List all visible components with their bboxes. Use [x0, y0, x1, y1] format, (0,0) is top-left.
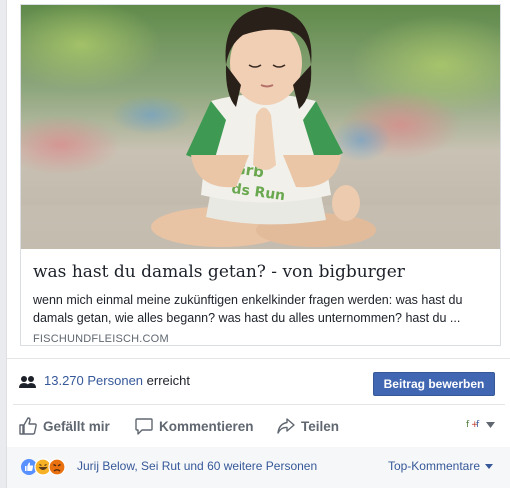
like-button[interactable]: Gefällt mir — [19, 405, 110, 447]
comment-label: Kommentieren — [159, 418, 254, 434]
comment-sort-dropdown[interactable]: Top-Kommentare — [388, 459, 493, 473]
svg-text:f: f — [466, 420, 470, 429]
chevron-down-icon — [486, 419, 495, 431]
like-label: Gefällt mir — [43, 418, 110, 434]
link-title[interactable]: was hast du damals getan? - von bigburge… — [33, 261, 489, 283]
link-preview-text[interactable]: was hast du damals getan? - von bigburge… — [33, 261, 489, 345]
reaction-icons[interactable] — [21, 458, 69, 476]
share-label: Teilen — [301, 418, 340, 434]
chevron-down-icon — [485, 463, 493, 469]
promote-post-button[interactable]: Beitrag bewerben — [373, 372, 495, 396]
reaction-names[interactable]: Jurij Below, Sei Rut und 60 weitere Pers… — [77, 459, 317, 473]
link-preview-card[interactable]: Grb ds Run was hast du damals getan? - v… — [20, 4, 501, 346]
thumbs-up-icon — [19, 417, 37, 435]
post-as-selector[interactable]: f + f — [466, 417, 495, 432]
link-domain: FISCHUNDFLEISCH.COM — [33, 333, 169, 345]
comment-sort-label: Top-Kommentare — [387, 459, 480, 473]
link-preview-image[interactable]: Grb ds Run — [21, 5, 500, 249]
svg-text:f: f — [476, 420, 480, 429]
page-avatar-icon: f + f — [466, 417, 482, 432]
reactions-summary: Jurij Below, Sei Rut und 60 weitere Pers… — [7, 447, 510, 488]
people-icon — [19, 375, 37, 389]
share-icon — [277, 417, 295, 435]
link-description: wenn mich einmal meine zukünftigen enkel… — [33, 293, 463, 325]
reach-count[interactable]: 13.270 Personen — [44, 373, 143, 388]
reach-suffix: erreicht — [143, 373, 190, 388]
reach-row: 13.270 Personen erreicht Beitrag bewerbe… — [7, 358, 510, 405]
comment-button[interactable]: Kommentieren — [135, 405, 254, 447]
comment-icon — [135, 417, 153, 435]
share-button[interactable]: Teilen — [277, 405, 339, 447]
action-bar: Gefällt mir Kommentieren Teilen f + f — [13, 404, 505, 448]
reach-text: 13.270 Personen erreicht — [44, 373, 190, 388]
facebook-post: Grb ds Run was hast du damals getan? - v… — [6, 0, 510, 488]
